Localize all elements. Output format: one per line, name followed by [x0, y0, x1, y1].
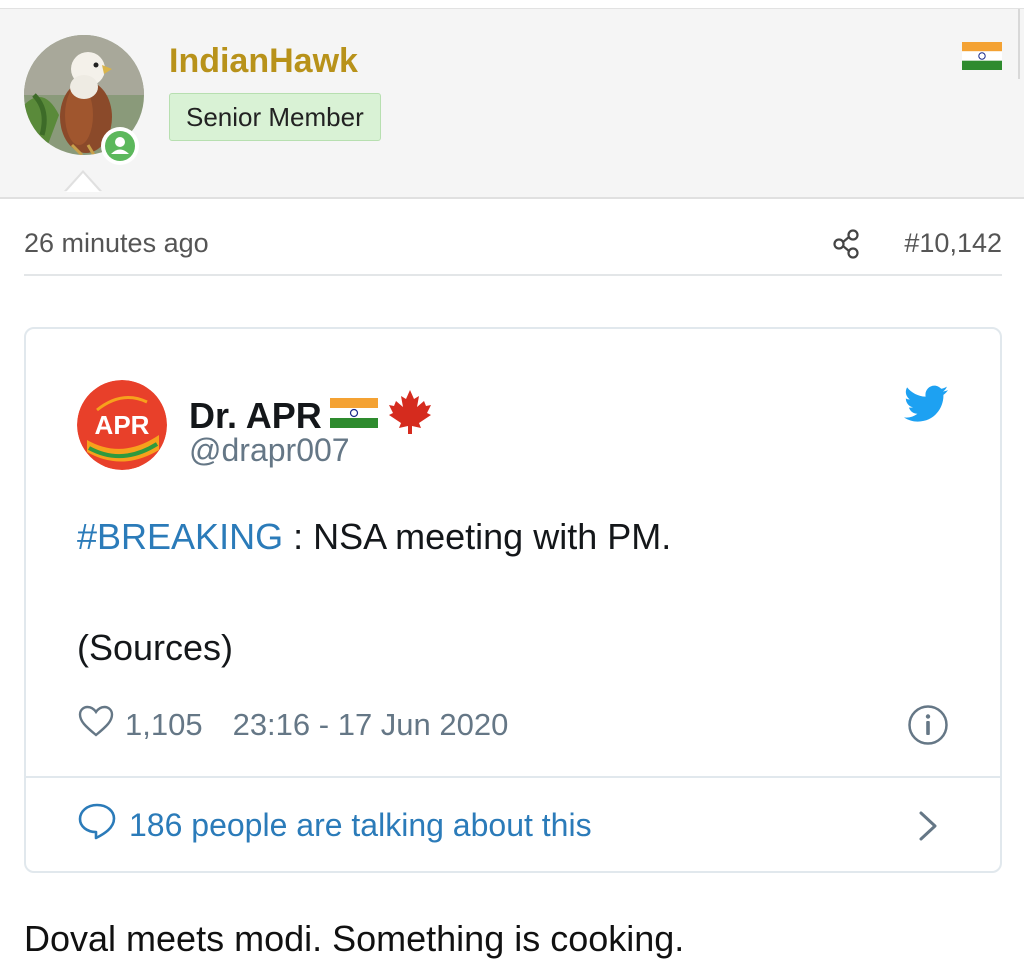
tweet-author-name-text: Dr. APR [189, 394, 322, 436]
share-icon[interactable] [832, 228, 860, 265]
tweet-sources-text: (Sources) [77, 627, 234, 668]
twitter-bird-icon[interactable] [904, 385, 948, 428]
post-meta: 26 minutes ago #10,142 [24, 224, 1002, 276]
tweet-avatar-text: APR [95, 410, 150, 440]
tweet-divider [26, 776, 1000, 778]
forum-post: IndianHawk Senior Member 26 minutes ago … [0, 0, 1024, 968]
heart-icon[interactable] [77, 704, 115, 746]
tweet-conversation-link[interactable]: 186 people are talking about this [77, 799, 592, 851]
tweet-author-handle[interactable]: @drapr007 [189, 432, 350, 469]
india-flag-icon [329, 395, 378, 437]
tweet-author-avatar[interactable]: APR [77, 380, 167, 470]
post-timestamp[interactable]: 26 minutes ago [24, 228, 209, 259]
post-number-link[interactable]: #10,142 [904, 228, 1002, 259]
scroll-edge [1018, 9, 1020, 79]
tweet-conversation-text: 186 people are talking about this [129, 806, 592, 843]
info-icon[interactable] [907, 704, 949, 751]
embedded-tweet[interactable]: APR Dr. APR @drapr007 #BREAKING: NSA me… [24, 327, 1002, 873]
user-rank-badge: Senior Member [169, 93, 381, 141]
comment-bubble-icon [77, 802, 117, 848]
like-count[interactable]: 1,105 [125, 707, 203, 743]
tweet-hashtag-link[interactable]: #BREAKING [77, 516, 283, 557]
canada-maple-leaf-icon [386, 387, 434, 444]
user-header: IndianHawk Senior Member [0, 8, 1024, 199]
chevron-right-icon[interactable] [916, 809, 940, 848]
tweet-timestamp[interactable]: 23:16 - 17 Jun 2020 [233, 707, 509, 743]
tweet-text-body: : NSA meeting with PM. [283, 516, 672, 557]
india-flag-icon [962, 42, 1002, 75]
header-pointer [64, 170, 102, 192]
online-status-icon [101, 127, 139, 165]
post-body-text: Doval meets modi. Something is cooking. [24, 918, 685, 959]
tweet-text: #BREAKING : NSA meeting with PM. [77, 516, 957, 558]
username[interactable]: IndianHawk [169, 42, 358, 81]
tweet-stats: 1,105 23:16 - 17 Jun 2020 [77, 703, 508, 747]
